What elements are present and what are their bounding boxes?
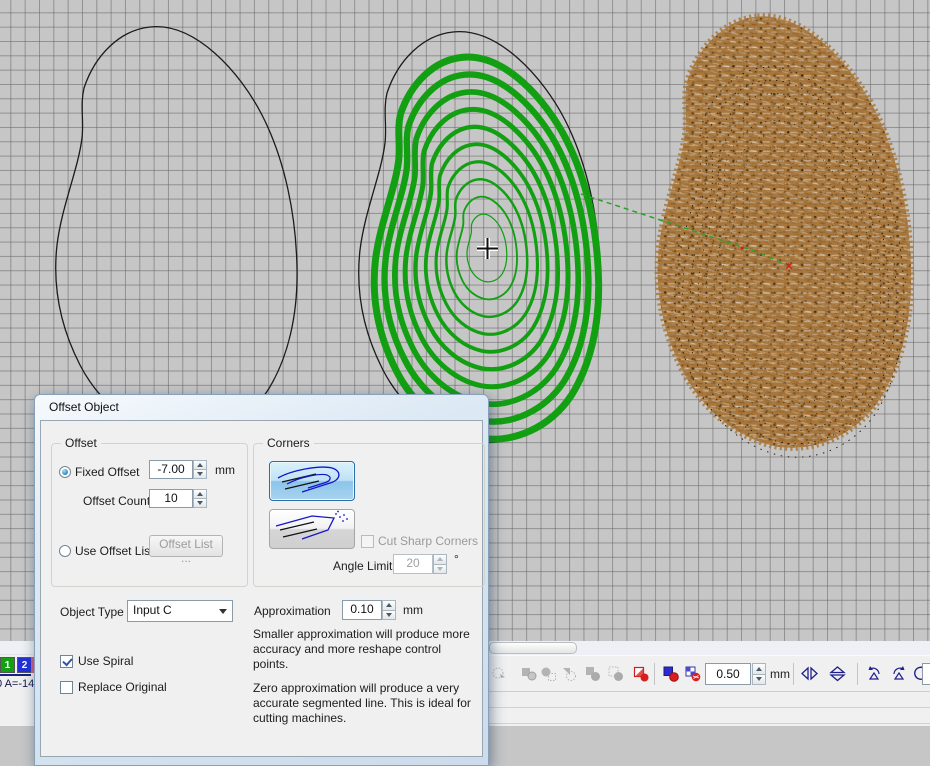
spinner-up-button[interactable] — [193, 460, 207, 470]
toolbar-separator — [654, 663, 655, 685]
offset-list-button[interactable]: Offset List ... — [149, 535, 223, 557]
corners-group-label: Corners — [263, 436, 314, 450]
app-window: { "dialog": { "title": "Offset Object", … — [0, 0, 930, 726]
toolbar-separator — [857, 663, 858, 685]
fixed-offset-spinner[interactable] — [193, 460, 207, 479]
dialog-client-area: Offset Fixed Offset -7.00 mm Offset Coun… — [40, 420, 483, 757]
use-spiral-label: Use Spiral — [78, 654, 133, 668]
disabled-shape-tool-1-icon[interactable] — [491, 665, 508, 682]
status-angle-readout: 0 A=-14 — [0, 676, 34, 692]
color-object-icon[interactable] — [662, 665, 679, 682]
corner-rays-dots — [335, 511, 348, 522]
dialog-title[interactable]: Offset Object — [40, 395, 483, 420]
rotate-right-icon[interactable] — [889, 665, 908, 682]
approximation-unit: mm — [403, 603, 423, 617]
replace-original-checkbox[interactable] — [60, 681, 73, 694]
sharp-corners-icon — [270, 510, 354, 548]
spinner-down-button[interactable] — [382, 611, 396, 621]
palette-color-2[interactable]: 2 — [17, 657, 32, 673]
offset-object-dialog: Offset Object Offset Fixed Offset -7.00 … — [34, 394, 489, 766]
pull-compensation-input[interactable]: 0.50 — [705, 663, 751, 685]
use-spiral-checkbox[interactable] — [60, 655, 73, 668]
sharp-corners-button[interactable] — [269, 509, 355, 549]
statusbar-rows — [486, 692, 930, 724]
toolbar-separator — [793, 663, 794, 685]
approximation-info-text-1: Smaller approximation will produce more … — [253, 627, 479, 672]
bottom-toolbar-area: 0.50 mm 0 — [486, 641, 930, 726]
replace-original-label: Replace Original — [78, 680, 167, 694]
scrollbar-track-fragment[interactable] — [0, 641, 34, 655]
rotate-left-icon[interactable] — [865, 665, 884, 682]
use-offset-list-label: Use Offset List — [75, 544, 153, 558]
spinner-up-button[interactable] — [433, 554, 447, 565]
spinner-down-button[interactable] — [193, 470, 207, 479]
rotate-angle-input[interactable]: 0 — [922, 663, 930, 685]
fixed-offset-input[interactable]: -7.00 — [149, 460, 193, 479]
rounded-corners-button[interactable] — [269, 461, 355, 501]
spinner-down-button[interactable] — [433, 565, 447, 575]
spacing-unit-label: mm — [770, 667, 790, 681]
scrollbar-thumb[interactable] — [489, 642, 577, 654]
approximation-spinner[interactable] — [382, 600, 396, 620]
spinner-up-button[interactable] — [752, 663, 766, 675]
rounded-corners-icon — [270, 462, 354, 500]
palette-color-1[interactable]: 1 — [0, 657, 15, 673]
object-type-combo[interactable]: Input C — [127, 600, 233, 622]
spinner-up-button[interactable] — [382, 600, 396, 611]
angle-limit-input[interactable]: 20 — [393, 554, 433, 574]
fixed-offset-unit: mm — [215, 463, 235, 477]
approximation-input[interactable]: 0.10 — [342, 600, 382, 620]
object-type-label: Object Type — [60, 605, 124, 619]
cut-sharp-corners-checkbox[interactable] — [361, 535, 374, 548]
angle-limit-spinner[interactable] — [433, 554, 447, 574]
mirror-horizontal-icon[interactable] — [800, 665, 819, 682]
statusbar-fragment: 0 A=-14 — [0, 676, 34, 693]
color-palette-fragment: 1 2 — [0, 655, 34, 676]
horizontal-scrollbar[interactable] — [486, 641, 930, 655]
offset-count-spinner[interactable] — [193, 489, 207, 508]
object-toolbar: 0.50 mm 0 — [486, 655, 930, 692]
object-type-value: Input C — [133, 603, 172, 617]
spinner-up-button[interactable] — [193, 489, 207, 499]
cut-sharp-corners-label: Cut Sharp Corners — [378, 534, 478, 548]
fixed-offset-label: Fixed Offset — [75, 465, 139, 479]
disabled-shape-tool-6-icon[interactable] — [607, 665, 624, 682]
disabled-shape-tool-3-icon[interactable] — [540, 665, 557, 682]
pull-compensation-spinner[interactable] — [752, 663, 766, 685]
approximation-label: Approximation — [254, 604, 331, 618]
use-offset-list-radio[interactable] — [59, 545, 71, 557]
offset-group-label: Offset — [61, 436, 101, 450]
spinner-down-button[interactable] — [752, 675, 766, 686]
pattern-object-icon[interactable] — [684, 665, 701, 682]
disabled-shape-tool-4-icon[interactable] — [560, 665, 577, 682]
disabled-shape-tool-5-icon[interactable] — [584, 665, 601, 682]
remove-overlaps-icon[interactable] — [632, 665, 649, 682]
approximation-info-text-2: Zero approximation will produce a very a… — [253, 681, 479, 726]
palette-color-2-label: 2 — [22, 660, 28, 671]
palette-color-1-label: 1 — [5, 660, 11, 671]
spinner-down-button[interactable] — [193, 499, 207, 508]
fixed-offset-radio[interactable] — [59, 466, 71, 478]
angle-limit-unit: ° — [454, 552, 459, 566]
offset-count-label: Offset Count — [83, 494, 150, 508]
palette-selection-underline — [0, 674, 31, 676]
offset-count-input[interactable]: 10 — [149, 489, 193, 508]
disabled-shape-tool-2-icon[interactable] — [520, 665, 537, 682]
angle-limit-label: Angle Limit — [333, 559, 392, 573]
chevron-down-icon — [219, 609, 227, 614]
mirror-vertical-icon[interactable] — [828, 665, 847, 682]
bottom-left-fragment: 1 2 0 A=-14 — [0, 641, 34, 726]
